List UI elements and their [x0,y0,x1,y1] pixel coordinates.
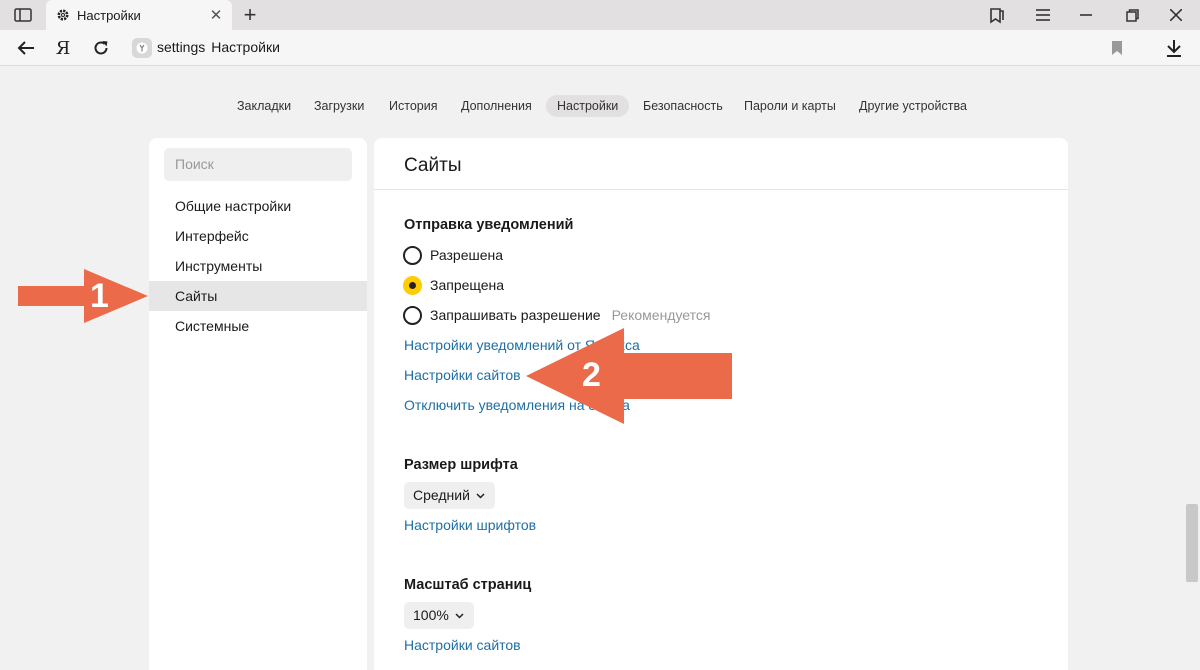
link-site-settings[interactable]: Настройки сайтов [404,367,521,383]
reload-icon[interactable] [88,35,114,61]
scrollbar-thumb[interactable] [1186,504,1198,582]
annotation-arrow-2: 2 [526,328,734,424]
page-zoom-section-title: Масштаб страниц [404,577,532,593]
sidebar-item-system[interactable]: Системные [149,311,367,341]
page-zoom-value: 100% [413,607,449,623]
site-info-icon[interactable] [132,38,152,58]
link-zoom-site-settings[interactable]: Настройки сайтов [404,637,521,653]
font-size-section-title: Размер шрифта [404,457,518,473]
minimize-icon[interactable] [1071,3,1101,27]
page-title: Сайты [404,155,462,176]
sidebar-bookmark-icon[interactable] [982,3,1012,27]
page-zoom-select[interactable]: 100% [404,602,474,629]
radio-button-checked[interactable] [403,275,422,295]
sidebar-item-interface[interactable]: Интерфейс [149,221,367,251]
title-bar: Настройки ✕ + [0,0,1200,30]
nav-extensions[interactable]: Дополнения [461,95,532,117]
download-icon[interactable] [1162,36,1186,60]
radio-allow[interactable]: Разрешена [403,244,503,266]
nav-history[interactable]: История [389,95,437,117]
new-tab-button[interactable]: + [238,2,262,27]
tabs-panel-icon[interactable] [8,5,38,25]
radio-label: Запрещена [430,277,505,293]
chevron-down-icon [455,611,464,620]
tab-title: Настройки [77,7,141,23]
menu-icon[interactable] [1028,3,1058,27]
nav-bookmarks[interactable]: Закладки [237,95,291,117]
url-page-title: Настройки [211,39,280,55]
address-bar: Я settings Настройки [0,30,1200,66]
font-size-select[interactable]: Средний [404,482,495,509]
settings-top-nav: Закладки Загрузки История Дополнения Нас… [0,95,1200,117]
annotation-number-1: 1 [90,277,109,315]
notifications-section-title: Отправка уведомлений [404,217,574,233]
back-arrow-icon[interactable] [13,35,39,61]
sidebar-item-sites[interactable]: Сайты [149,281,367,311]
close-window-icon[interactable] [1161,3,1191,27]
radio-label: Разрешена [430,247,504,263]
sidebar-item-general[interactable]: Общие настройки [149,191,367,221]
nav-security[interactable]: Безопасность [643,95,723,117]
nav-other-devices[interactable]: Другие устройства [859,95,967,117]
search-input[interactable]: Поиск [164,148,352,181]
yandex-logo-icon[interactable]: Я [50,35,76,61]
settings-sidebar: Поиск Общие настройки Интерфейс Инструме… [149,138,367,670]
annotation-number-2: 2 [582,356,601,394]
restore-icon[interactable] [1117,3,1147,27]
radio-deny[interactable]: Запрещена [403,274,504,296]
url-host: settings [157,39,206,55]
address-input[interactable]: settings Настройки [157,39,280,55]
font-size-value: Средний [413,487,470,503]
nav-settings[interactable]: Настройки [546,95,630,117]
radio-button[interactable] [403,305,422,325]
nav-passwords[interactable]: Пароли и карты [744,95,836,117]
chevron-down-icon [476,491,485,500]
recommended-hint: Рекомендуется [611,307,711,323]
link-font-settings[interactable]: Настройки шрифтов [404,517,536,533]
annotation-arrow-1: 1 [18,269,150,323]
bookmark-icon[interactable] [1110,40,1124,56]
sidebar-item-tools[interactable]: Инструменты [149,251,367,281]
nav-downloads[interactable]: Загрузки [314,95,364,117]
radio-label: Запрашивать разрешение [430,307,601,323]
divider [374,189,1068,190]
close-tab-icon[interactable]: ✕ [208,7,224,24]
radio-button[interactable] [403,245,422,265]
gear-icon [56,8,70,22]
radio-ask[interactable]: Запрашивать разрешение Рекомендуется [403,304,710,326]
tab-settings[interactable]: Настройки ✕ [46,0,232,30]
